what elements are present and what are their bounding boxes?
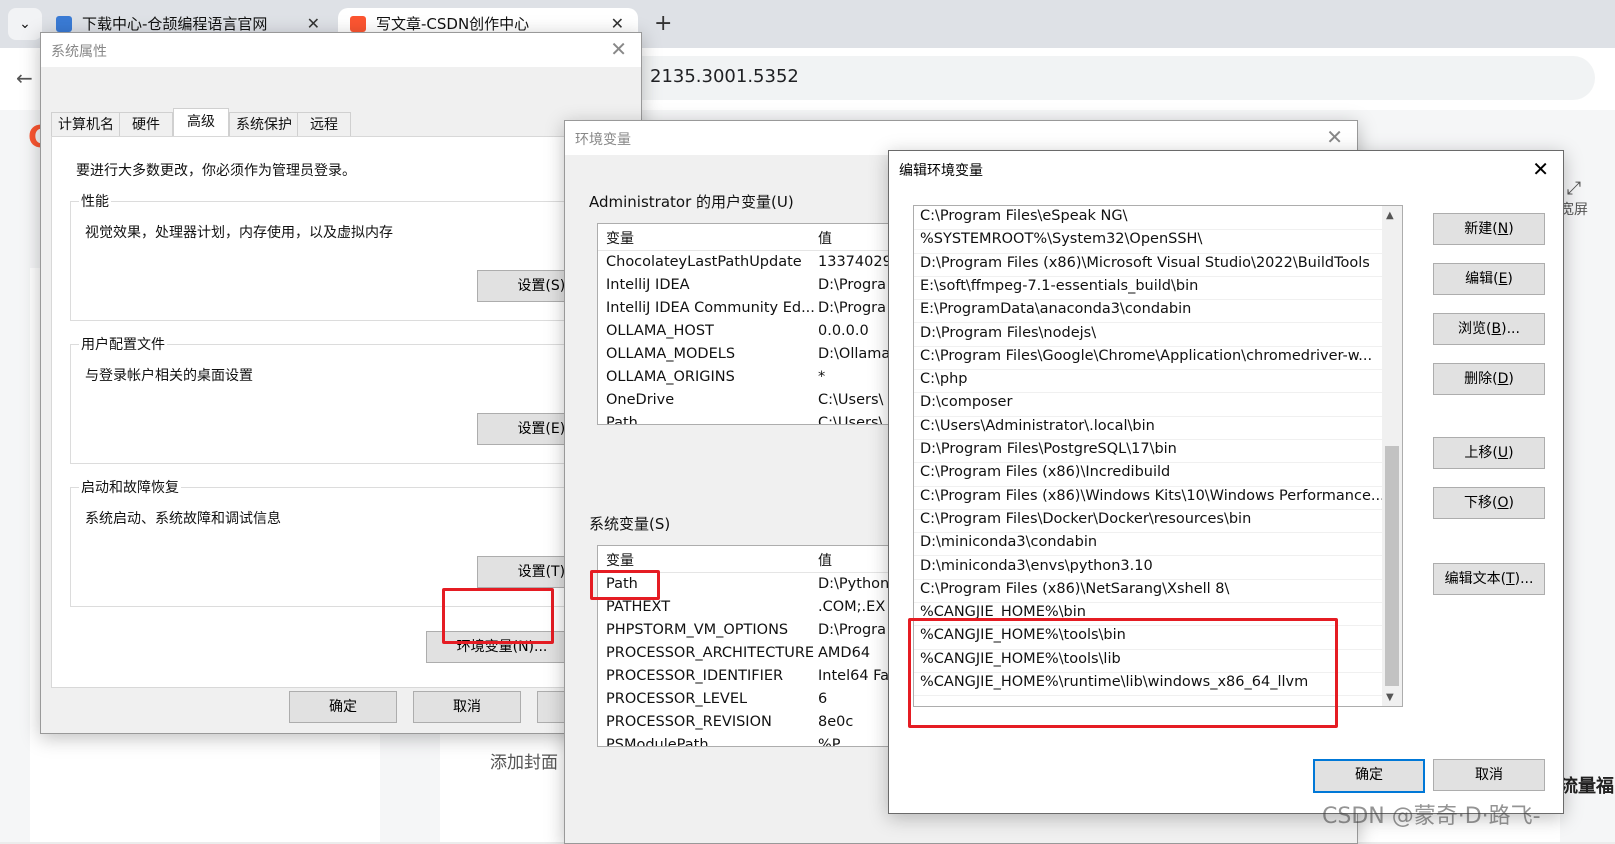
new-tab-button[interactable]: + bbox=[654, 8, 672, 40]
browse-button[interactable]: 浏览(B)... bbox=[1433, 313, 1545, 345]
column-value[interactable]: 值 bbox=[818, 228, 832, 248]
system-properties-dialog: 系统属性 ✕ 计算机名 硬件 高级 系统保护 远程 要进行大多数更改，你必须作为… bbox=[40, 32, 645, 734]
path-entry[interactable]: D:\Program Files\PostgreSQL\17\bin bbox=[914, 439, 1382, 464]
ok-button[interactable]: 确定 bbox=[1313, 759, 1425, 793]
path-entry[interactable]: %CANGJIE_HOME%\tools\bin bbox=[914, 625, 1382, 650]
tab-computer-name[interactable]: 计算机名 bbox=[51, 112, 121, 137]
path-entry[interactable]: D:\Program Files (x86)\Microsoft Visual … bbox=[914, 253, 1382, 277]
close-icon[interactable]: ✕ bbox=[1326, 125, 1343, 149]
path-entry[interactable]: %SYSTEMROOT%\System32\OpenSSH\ bbox=[914, 229, 1382, 254]
group-description: 与登录帐户相关的桌面设置 bbox=[85, 368, 253, 384]
group-description: 视觉效果，处理器计划，内存使用，以及虚拟内存 bbox=[85, 225, 393, 241]
path-entry[interactable]: C:\Program Files\eSpeak NG\ bbox=[914, 206, 1382, 231]
scroll-thumb[interactable] bbox=[1385, 446, 1399, 686]
performance-group: 性能 视觉效果，处理器计划，内存使用，以及虚拟内存 设置(S)... bbox=[70, 191, 632, 321]
path-entry[interactable]: C:\Users\Administrator\.local\bin bbox=[914, 416, 1382, 440]
path-entry[interactable]: C:\Program Files\Google\Chrome\Applicati… bbox=[914, 346, 1382, 371]
column-value[interactable]: 值 bbox=[818, 550, 832, 570]
vertical-scrollbar[interactable]: ▲ ▼ bbox=[1382, 206, 1402, 706]
chevron-down-icon: ⌄ bbox=[19, 16, 31, 32]
move-up-button[interactable]: 上移(U) bbox=[1433, 437, 1545, 469]
scroll-down-icon[interactable]: ▼ bbox=[1386, 692, 1394, 703]
path-entry[interactable]: E:\ProgramData\anaconda3\condabin bbox=[914, 299, 1382, 324]
user-profiles-group: 用户配置文件 与登录帐户相关的桌面设置 设置(E)... bbox=[70, 334, 632, 464]
cangjie-favicon-icon bbox=[56, 16, 72, 32]
group-title: 启动和故障恢复 bbox=[79, 477, 181, 497]
csdn-watermark: CSDN @蒙奇·D·路飞- bbox=[1322, 804, 1541, 829]
cancel-button[interactable]: 取消 bbox=[413, 691, 521, 723]
dialog-title: 系统属性 bbox=[51, 44, 107, 60]
close-icon[interactable]: ✕ bbox=[610, 37, 627, 61]
path-entry[interactable]: C:\Program Files (x86)\Windows Kits\10\W… bbox=[914, 486, 1382, 510]
path-entry[interactable]: %CANGJIE_HOME%\tools\lib bbox=[914, 649, 1382, 673]
delete-button[interactable]: 删除(D) bbox=[1433, 363, 1545, 395]
traffic-label: 流量福 bbox=[1560, 776, 1614, 797]
tab-advanced[interactable]: 高级 bbox=[173, 108, 229, 137]
path-entry[interactable]: %CANGJIE_HOME%\runtime\lib\windows_x86_6… bbox=[914, 672, 1382, 697]
column-variable[interactable]: 变量 bbox=[606, 228, 634, 248]
group-title: 用户配置文件 bbox=[79, 334, 167, 354]
path-entry[interactable]: D:\miniconda3\condabin bbox=[914, 532, 1382, 557]
path-entries-list[interactable]: C:\Program Files\eSpeak NG\ %SYSTEMROOT%\… bbox=[913, 205, 1403, 707]
csdn-favicon-icon bbox=[350, 16, 366, 32]
ok-button[interactable]: 确定 bbox=[289, 691, 397, 723]
add-cover-label[interactable]: 添加封面 bbox=[490, 748, 558, 773]
group-description: 系统启动、系统故障和调试信息 bbox=[85, 511, 281, 527]
tab-system-protection[interactable]: 系统保护 bbox=[229, 112, 299, 137]
expand-icon: ⤢ bbox=[1566, 178, 1582, 199]
tab-search-menu[interactable]: ⌄ bbox=[8, 8, 42, 40]
column-variable[interactable]: 变量 bbox=[606, 550, 634, 570]
new-button[interactable]: 新建(N) bbox=[1433, 213, 1545, 245]
admin-note: 要进行大多数更改，你必须作为管理员登录。 bbox=[76, 163, 356, 179]
edit-environment-variable-dialog: 编辑环境变量 ✕ C:\Program Files\eSpeak NG\ %SYS… bbox=[888, 150, 1564, 814]
environment-variables-button[interactable]: 环境变量(N)... bbox=[426, 631, 578, 663]
group-title: 性能 bbox=[79, 191, 111, 211]
back-arrow-icon[interactable]: ← bbox=[16, 66, 33, 90]
path-entry[interactable]: D:\Program Files\nodejs\ bbox=[914, 323, 1382, 347]
move-down-button[interactable]: 下移(O) bbox=[1433, 487, 1545, 519]
path-entry[interactable]: %CANGJIE_HOME%\bin bbox=[914, 602, 1382, 627]
path-entry[interactable]: C:\Program Files (x86)\Incredibuild bbox=[914, 462, 1382, 487]
tab-hardware[interactable]: 硬件 bbox=[119, 112, 173, 137]
cancel-button[interactable]: 取消 bbox=[1433, 759, 1545, 791]
close-icon[interactable]: ✕ bbox=[1532, 157, 1549, 181]
dialog-title: 编辑环境变量 bbox=[899, 163, 983, 179]
path-entry[interactable]: D:\composer bbox=[914, 392, 1382, 417]
edit-text-button[interactable]: 编辑文本(T)... bbox=[1433, 563, 1545, 595]
advanced-tab-panel: 要进行大多数更改，你必须作为管理员登录。 性能 视觉效果，处理器计划，内存使用，… bbox=[51, 136, 633, 688]
path-entry[interactable]: D:\miniconda3\envs\python3.10 bbox=[914, 556, 1382, 580]
dialog-title: 环境变量 bbox=[575, 132, 631, 148]
path-entry[interactable]: C:\php bbox=[914, 369, 1382, 394]
title-bar: 系统属性 ✕ bbox=[41, 33, 641, 67]
user-vars-heading: Administrator 的用户变量(U) bbox=[589, 193, 794, 211]
fullscreen-toggle[interactable]: ⤢ 宽屏 bbox=[1560, 178, 1588, 219]
path-entry[interactable]: C:\Program Files\Docker\Docker\resources… bbox=[914, 509, 1382, 534]
startup-recovery-group: 启动和故障恢复 系统启动、系统故障和调试信息 设置(T)... bbox=[70, 477, 632, 607]
scroll-up-icon[interactable]: ▲ bbox=[1386, 210, 1394, 221]
system-vars-heading: 系统变量(S) bbox=[589, 515, 671, 533]
path-entry[interactable]: C:\Program Files (x86)\NetSarang\Xshell … bbox=[914, 579, 1382, 604]
edit-button[interactable]: 编辑(E) bbox=[1433, 263, 1545, 295]
title-bar: 编辑环境变量 ✕ bbox=[889, 151, 1563, 187]
path-entry[interactable]: E:\soft\ffmpeg-7.1-essentials_build\bin bbox=[914, 276, 1382, 301]
tab-remote[interactable]: 远程 bbox=[297, 112, 351, 137]
